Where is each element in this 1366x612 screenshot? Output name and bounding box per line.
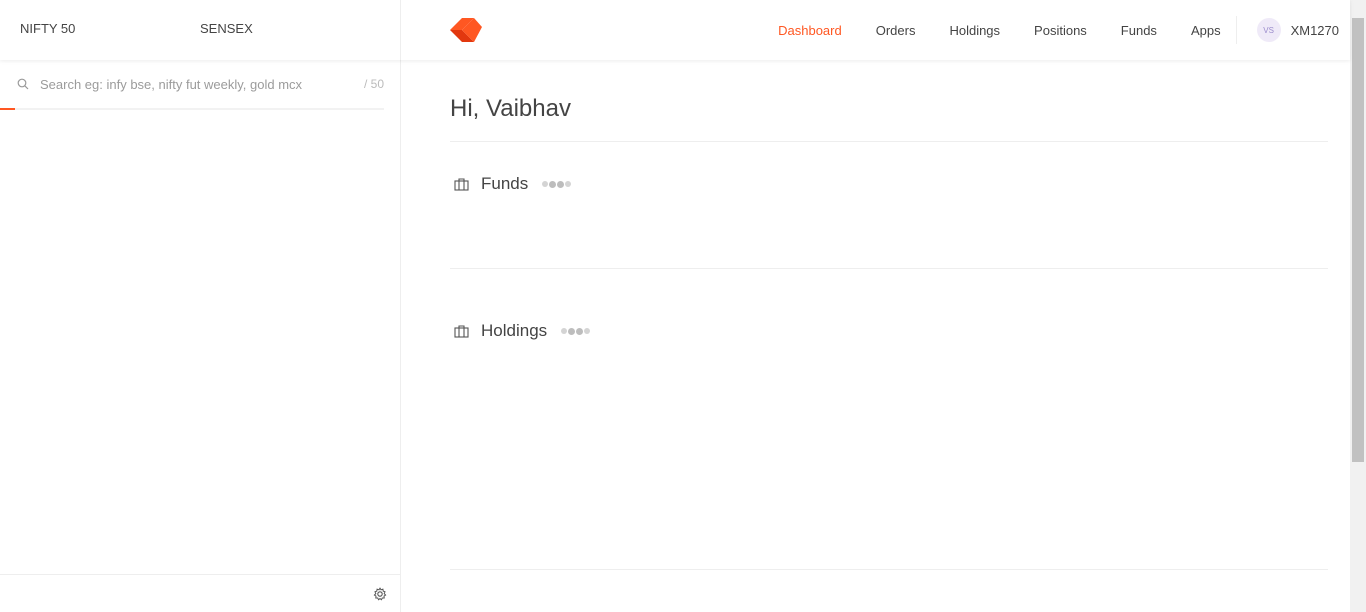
main-nav: Dashboard Orders Holdings Positions Fund…	[778, 0, 1350, 60]
search-underline	[0, 108, 384, 110]
marketwatch-footer	[0, 574, 400, 612]
funds-section-header: Funds	[454, 174, 572, 194]
top-header: NIFTY 50 SENSEX Dashboard Orders Holding…	[0, 0, 1350, 60]
briefcase-icon	[454, 325, 469, 338]
market-indices: NIFTY 50 SENSEX	[0, 0, 401, 60]
marketwatch-search: / 50	[0, 60, 400, 110]
nav-divider	[1235, 16, 1237, 44]
holdings-title: Holdings	[481, 321, 548, 340]
marketwatch-panel: / 50	[0, 60, 401, 612]
nav-funds[interactable]: Funds	[1121, 23, 1157, 38]
user-menu[interactable]: VS XM1270	[1256, 18, 1339, 42]
divider	[450, 569, 1328, 570]
nav-apps[interactable]: Apps	[1191, 23, 1221, 38]
instrument-count: / 50	[363, 77, 384, 91]
search-focus-bar	[0, 108, 15, 110]
divider	[450, 268, 1328, 269]
page-scrollbar[interactable]	[1350, 0, 1366, 612]
avatar: VS	[1256, 18, 1281, 42]
loading-indicator	[542, 180, 572, 188]
dashboard-main: Hi, Vaibhav Funds Holdings	[450, 60, 1328, 612]
scrollbar-thumb[interactable]	[1352, 18, 1364, 462]
loading-indicator	[561, 327, 591, 335]
index-nifty50[interactable]: NIFTY 50	[20, 21, 75, 36]
divider	[450, 141, 1328, 142]
nav-orders[interactable]: Orders	[876, 23, 916, 38]
user-id: XM1270	[1290, 22, 1339, 38]
funds-title: Funds	[481, 174, 529, 193]
search-icon	[17, 78, 29, 90]
index-sensex[interactable]: SENSEX	[200, 21, 253, 36]
kite-logo[interactable]	[450, 18, 482, 42]
gear-icon[interactable]	[373, 587, 387, 601]
briefcase-icon	[454, 178, 469, 191]
nav-holdings[interactable]: Holdings	[949, 23, 1000, 38]
nav-positions[interactable]: Positions	[1034, 23, 1087, 38]
nav-dashboard[interactable]: Dashboard	[778, 23, 842, 38]
search-input[interactable]	[40, 74, 330, 94]
page-title: Hi, Vaibhav	[450, 95, 571, 122]
holdings-section-header: Holdings	[454, 321, 591, 341]
